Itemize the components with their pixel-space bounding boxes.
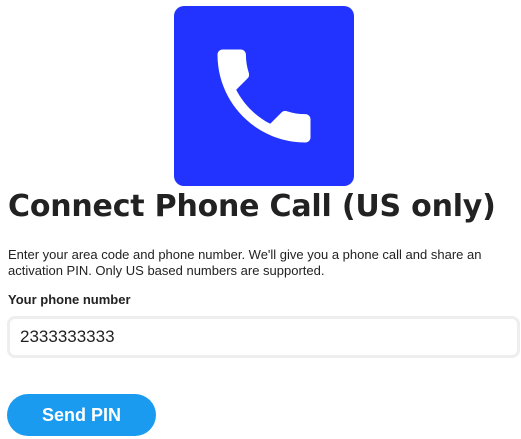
connect-phone-call-page: Connect Phone Call (US only) Enter your … [0,0,521,439]
phone-icon [217,49,311,143]
send-pin-button[interactable]: Send PIN [7,394,156,436]
phone-service-logo [174,6,354,186]
instructions-text: Enter your area code and phone number. W… [8,247,482,278]
phone-number-label: Your phone number [8,292,131,307]
page-title: Connect Phone Call (US only) [8,189,496,224]
phone-number-input[interactable] [7,316,520,358]
